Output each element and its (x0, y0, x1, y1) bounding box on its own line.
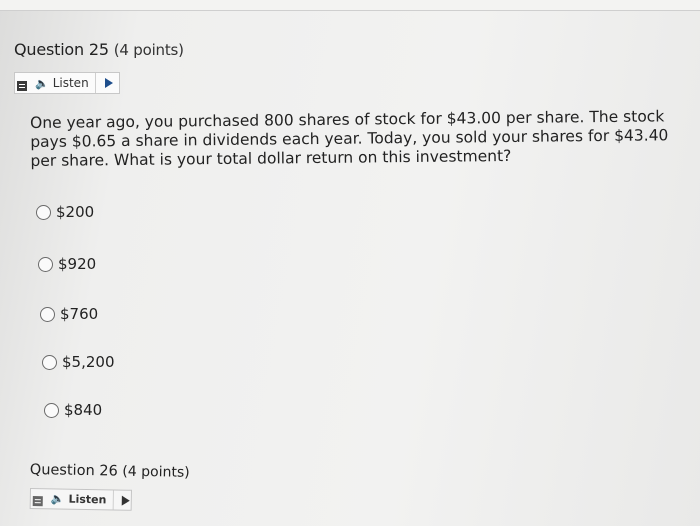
radio-button[interactable] (40, 306, 55, 322)
listen-button[interactable]: 🔈 Listen (27, 73, 96, 93)
answer-option[interactable]: $840 (44, 401, 102, 419)
next-question-title: Question 26 (4 points) (30, 462, 190, 481)
option-label: $920 (58, 255, 97, 273)
listen-label: Listen (52, 76, 89, 90)
listen-toolbar: 🔈 Listen (14, 72, 120, 94)
answer-option[interactable]: $920 (38, 255, 96, 273)
radio-button[interactable] (42, 354, 57, 370)
next-listen-button[interactable]: 🔈 Listen (42, 489, 114, 510)
top-divider (0, 0, 700, 11)
play-icon[interactable] (104, 78, 113, 88)
answer-option[interactable]: $760 (40, 305, 98, 323)
option-label: $5,200 (62, 353, 115, 371)
screen: Question 25 (4 points) 🔈 Listen One year… (0, 0, 700, 526)
speaker-icon: 🔈 (50, 492, 65, 506)
answer-option[interactable]: $5,200 (42, 353, 115, 371)
question-text: One year ago, you purchased 800 shares o… (30, 107, 669, 170)
answer-option[interactable]: $200 (36, 203, 94, 221)
speaker-icon: 🔈 (35, 76, 49, 90)
next-listen-label: Listen (68, 492, 107, 507)
radio-button[interactable] (36, 204, 51, 220)
menu-icon[interactable] (17, 81, 27, 91)
option-label: $840 (64, 401, 103, 419)
play-icon[interactable] (121, 495, 130, 506)
question-title: Question 25 (4 points) (14, 40, 184, 59)
menu-icon[interactable] (32, 496, 43, 507)
question-number: Question 25 (14, 40, 109, 59)
next-listen-toolbar: 🔈 Listen (29, 488, 132, 511)
next-question-points: (4 points) (122, 463, 190, 481)
question-points: (4 points) (113, 41, 184, 59)
option-label: $200 (56, 203, 95, 221)
option-label: $760 (60, 305, 99, 323)
radio-button[interactable] (44, 402, 59, 418)
next-question-number: Question 26 (29, 462, 118, 480)
radio-button[interactable] (38, 256, 53, 272)
